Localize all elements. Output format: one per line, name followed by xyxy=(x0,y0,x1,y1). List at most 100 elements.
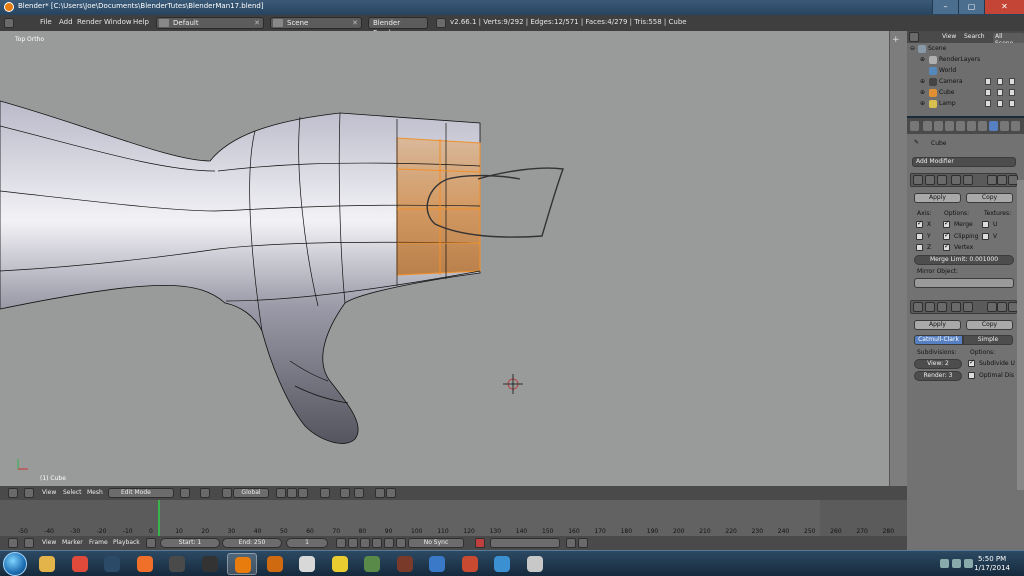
renderlayers-tab-icon[interactable] xyxy=(934,121,943,131)
taskbar-app-lock[interactable] xyxy=(520,553,550,575)
menu-select[interactable]: Select xyxy=(63,489,82,496)
delete-keyframe-icon[interactable] xyxy=(578,538,588,548)
mode-dropdown[interactable]: Edit Mode xyxy=(108,488,174,498)
collapse-icon[interactable] xyxy=(913,175,923,185)
add-modifier-dropdown[interactable]: Add Modifier xyxy=(912,157,1016,167)
menu-toggle-icon[interactable] xyxy=(24,538,34,548)
mesh-canvas[interactable] xyxy=(0,31,907,486)
outliner-item-cube[interactable]: ⊕ Cube xyxy=(907,88,1024,98)
outliner-item-camera[interactable]: ⊕ Camera xyxy=(907,77,1024,87)
eye-icon[interactable] xyxy=(985,78,991,85)
proportional-edit-icon[interactable] xyxy=(320,488,330,498)
view-levels-field[interactable]: View: 2 xyxy=(914,359,962,369)
collapse-icon[interactable] xyxy=(913,302,923,312)
editor-type-icon[interactable] xyxy=(910,121,919,131)
render-anim-icon[interactable] xyxy=(386,488,396,498)
3d-viewport[interactable]: Top Ortho (1) Cube + xyxy=(0,31,907,486)
cursor-icon[interactable] xyxy=(997,89,1003,96)
tool-shelf-edge[interactable]: + xyxy=(889,31,907,486)
tray-icon[interactable] xyxy=(940,559,949,568)
menu-frame[interactable]: Frame xyxy=(89,539,108,546)
menu-view[interactable]: View xyxy=(42,539,56,546)
menu-help[interactable]: Help xyxy=(133,18,149,26)
current-frame-field[interactable]: 1 xyxy=(286,538,328,548)
mirror-object-field[interactable] xyxy=(914,278,1014,288)
data-tab-icon[interactable] xyxy=(1000,121,1009,131)
outliner-item-lamp[interactable]: ⊕ Lamp xyxy=(907,99,1024,109)
cursor-icon[interactable] xyxy=(997,100,1003,107)
menu-search[interactable]: Search xyxy=(964,33,985,40)
prev-key-icon[interactable] xyxy=(348,538,358,548)
move-up-icon[interactable] xyxy=(987,302,997,312)
texture-v-checkbox[interactable] xyxy=(982,233,989,240)
jump-start-icon[interactable] xyxy=(336,538,346,548)
render-display-icon[interactable] xyxy=(951,175,961,185)
move-down-icon[interactable] xyxy=(997,302,1007,312)
taskbar-app-unity[interactable] xyxy=(162,553,192,575)
shading-icon[interactable] xyxy=(180,488,190,498)
move-up-icon[interactable] xyxy=(987,175,997,185)
editor-type-icon[interactable] xyxy=(909,32,919,42)
outliner-item-world[interactable]: World xyxy=(907,66,1024,76)
merge-limit-field[interactable]: Merge Limit: 0.001000 xyxy=(914,255,1014,265)
camera-render-icon[interactable] xyxy=(1009,100,1015,107)
scene-tab-icon[interactable] xyxy=(945,121,954,131)
expand-icon[interactable]: ⊕ xyxy=(920,100,925,107)
menu-toggle-icon[interactable] xyxy=(24,488,34,498)
preview-range-icon[interactable] xyxy=(146,538,156,548)
menu-file[interactable]: File xyxy=(40,18,52,26)
mirror-copy-button[interactable]: Copy xyxy=(966,193,1013,203)
sync-dropdown[interactable]: No Sync xyxy=(408,538,464,548)
manipulator-icon[interactable] xyxy=(222,488,232,498)
plus-icon[interactable]: + xyxy=(892,35,900,45)
start-frame-field[interactable]: Start: 1 xyxy=(160,538,220,548)
layer-icon[interactable] xyxy=(298,488,308,498)
next-key-icon[interactable] xyxy=(384,538,394,548)
render-preview-icon[interactable] xyxy=(375,488,385,498)
axis-z-checkbox[interactable] xyxy=(916,244,923,251)
render-engine-dropdown[interactable]: Blender Render xyxy=(368,17,428,37)
taskbar-app-folder[interactable] xyxy=(32,553,62,575)
menu-add[interactable]: Add xyxy=(59,18,73,26)
keying-set-field[interactable] xyxy=(490,538,560,548)
close-icon[interactable]: ✕ xyxy=(352,18,358,28)
editor-type-icon[interactable] xyxy=(4,18,14,28)
taskbar-app-chrome[interactable] xyxy=(65,553,95,575)
subsurf-modifier-header[interactable] xyxy=(910,300,1018,314)
taskbar-app-media[interactable] xyxy=(455,553,485,575)
menu-window[interactable]: Window xyxy=(104,18,132,26)
editor-type-icon[interactable] xyxy=(8,538,18,548)
properties-scrollbar[interactable] xyxy=(1017,180,1024,490)
snap-target-icon[interactable] xyxy=(354,488,364,498)
screen-layout-dropdown[interactable]: Default ✕ xyxy=(156,17,264,29)
axis-y-checkbox[interactable] xyxy=(916,233,923,240)
clipping-checkbox[interactable] xyxy=(943,231,950,240)
close-icon[interactable]: ✕ xyxy=(254,18,260,28)
clock[interactable]: 5:50 PM 1/17/2014 xyxy=(974,555,1010,573)
taskbar-app-malwarebytes[interactable] xyxy=(422,553,452,575)
outliner-item-scene[interactable]: ⊖ Scene xyxy=(907,44,1024,54)
menu-playback[interactable]: Playback xyxy=(113,539,140,546)
taskbar-app-steam[interactable] xyxy=(97,553,127,575)
expand-icon[interactable]: ⊕ xyxy=(920,89,925,96)
subdivide-uvs-checkbox[interactable] xyxy=(968,358,975,367)
taskbar-app-game[interactable] xyxy=(390,553,420,575)
editmode-display-icon[interactable] xyxy=(963,302,973,312)
vertex-groups-checkbox[interactable] xyxy=(943,242,950,251)
orientation-dropdown[interactable]: Global xyxy=(233,488,269,498)
subsurf-copy-button[interactable]: Copy xyxy=(966,320,1013,330)
snap-icon[interactable] xyxy=(340,488,350,498)
taskbar-app-notepad[interactable] xyxy=(292,553,322,575)
taskbar-app-banana[interactable] xyxy=(325,553,355,575)
taskbar-app-unity2[interactable] xyxy=(195,553,225,575)
close-button[interactable]: ✕ xyxy=(984,0,1024,14)
constraints-tab-icon[interactable] xyxy=(978,121,987,131)
axis-x-checkbox[interactable] xyxy=(916,219,923,228)
camera-render-icon[interactable] xyxy=(1009,89,1015,96)
eye-icon[interactable] xyxy=(985,100,991,107)
outliner-item-renderlayers[interactable]: ⊕ RenderLayers xyxy=(907,55,1024,65)
minimize-button[interactable]: – xyxy=(932,0,958,14)
mirror-apply-button[interactable]: Apply xyxy=(914,193,961,203)
end-frame-field[interactable]: End: 250 xyxy=(222,538,282,548)
menu-render[interactable]: Render xyxy=(77,18,102,26)
